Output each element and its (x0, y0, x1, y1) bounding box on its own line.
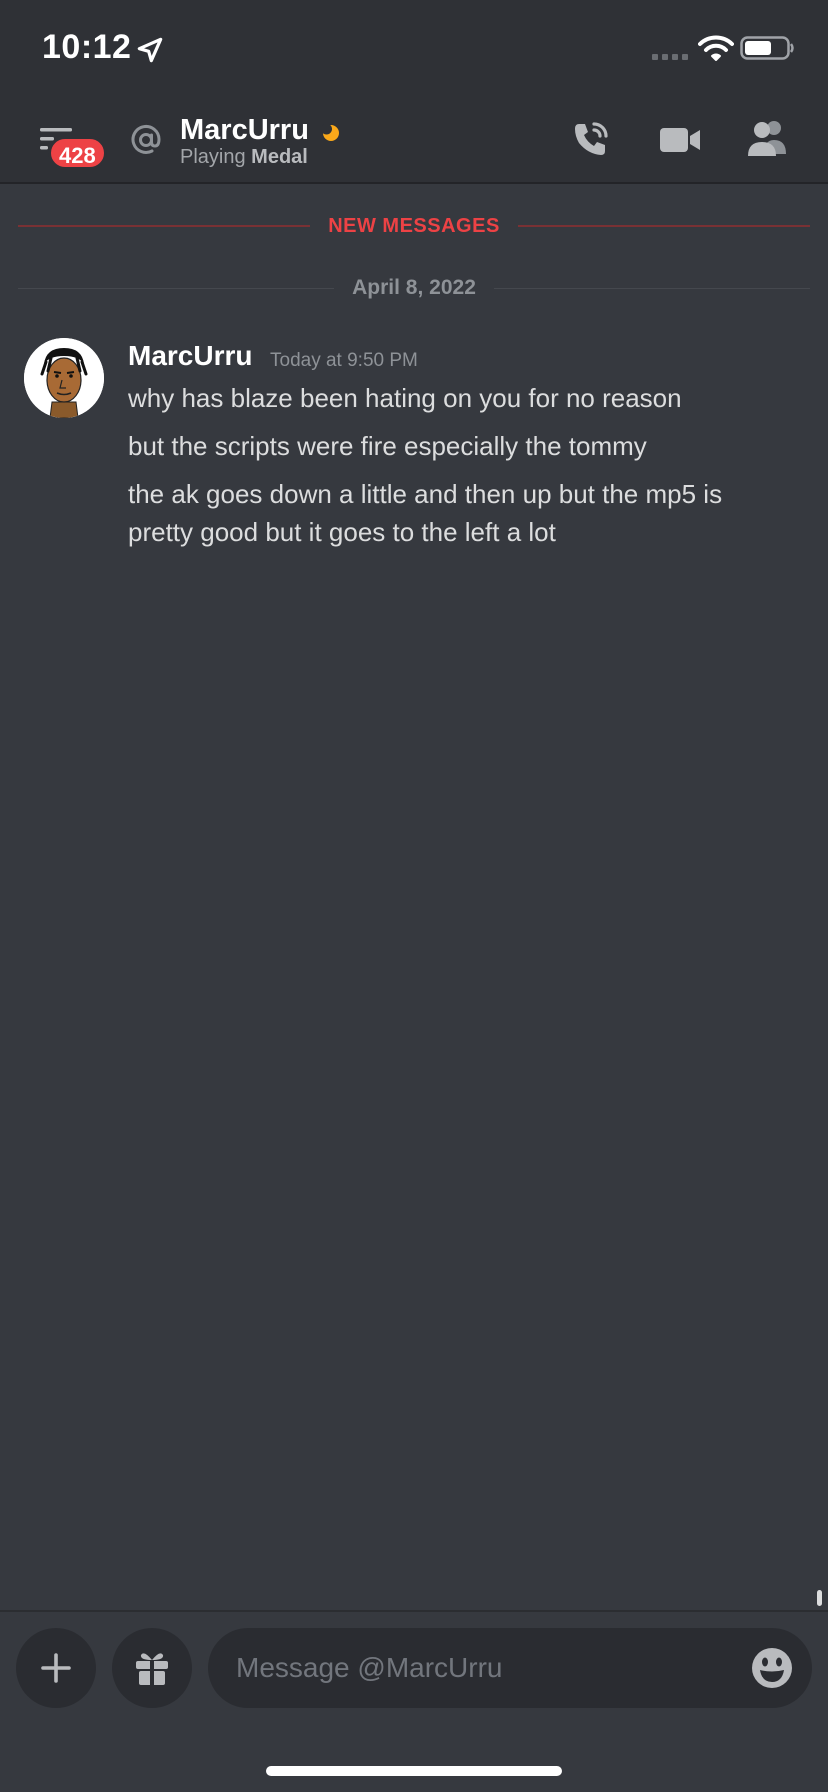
message-text[interactable]: but the scripts were fire especially the… (128, 427, 788, 465)
divider-line (517, 225, 811, 227)
message-text[interactable]: the ak goes down a little and then up bu… (128, 475, 788, 551)
channel-title[interactable]: MarcUrru (180, 114, 309, 147)
idle-moon-icon (322, 124, 339, 141)
gift-button[interactable] (112, 1628, 192, 1708)
divider-line (493, 287, 811, 289)
message-text[interactable]: why has blaze been hating on you for no … (128, 379, 788, 417)
phone-call-icon (575, 122, 608, 155)
avatar[interactable] (24, 338, 104, 418)
divider-line (18, 287, 335, 289)
new-messages-label: NEW MESSAGES (328, 214, 500, 237)
call-button[interactable] (570, 118, 612, 160)
unread-badge: 428 (48, 136, 107, 170)
date-divider: April 8, 2022 (18, 272, 811, 304)
divider-line (18, 225, 311, 227)
message-input-container[interactable] (208, 1628, 812, 1708)
top-bar: 10:12 428 MarcUrru Playing Medal (0, 0, 828, 184)
plus-icon (41, 1653, 71, 1683)
new-messages-divider: NEW MESSAGES (18, 210, 811, 242)
status-time: 10:12 (42, 28, 132, 66)
members-button[interactable] (746, 118, 790, 158)
location-arrow-icon (137, 37, 163, 63)
avatar-drawing (24, 338, 104, 418)
message-author[interactable]: MarcUrru (128, 340, 252, 372)
video-call-button[interactable] (658, 122, 702, 158)
activity-prefix: Playing (180, 146, 246, 168)
cellular-signal-icon (652, 54, 688, 60)
home-indicator[interactable] (266, 1766, 562, 1776)
emoji-icon[interactable] (750, 1646, 794, 1690)
message-timestamp: Today at 9:50 PM (270, 350, 418, 371)
battery-icon (740, 36, 794, 60)
at-sign-icon (131, 124, 161, 154)
members-icon (748, 121, 786, 156)
add-attachment-button[interactable] (16, 1628, 96, 1708)
wifi-icon (698, 35, 734, 61)
gift-icon (136, 1653, 168, 1685)
date-label: April 8, 2022 (352, 276, 476, 299)
activity-name: Medal (251, 146, 308, 168)
video-camera-icon (660, 128, 700, 152)
scroll-indicator[interactable] (817, 1590, 822, 1606)
message-input[interactable] (236, 1628, 716, 1708)
menu-button[interactable]: 428 (36, 124, 107, 174)
activity-status: Playing Medal (180, 146, 308, 169)
